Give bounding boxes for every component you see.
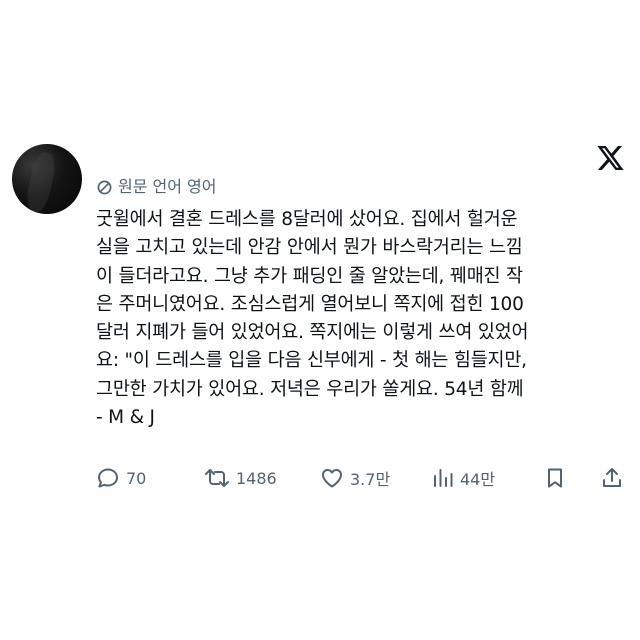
- views-button[interactable]: 44만: [432, 462, 495, 494]
- reply-icon: [98, 468, 118, 488]
- repost-count: 1486: [236, 468, 277, 488]
- post-text: 굿윌에서 결혼 드레스를 8달러에 샀어요. 집에서 헐거운 실을 고치고 있는…: [96, 206, 624, 432]
- x-logo-icon[interactable]: [597, 146, 624, 170]
- post-text-line: 그만한 가치가 있어요. 저녁은 우리가 쏠게요. 54년 함께: [96, 378, 524, 400]
- translate-icon: [97, 180, 112, 194]
- reply-count: 70: [126, 468, 147, 488]
- bookmark-button[interactable]: [544, 462, 566, 494]
- post-text-line: - M & J: [96, 407, 155, 429]
- share-button[interactable]: [600, 462, 624, 494]
- repost-button[interactable]: 1486: [204, 462, 277, 494]
- bookmark-icon: [548, 468, 562, 488]
- translation-notice[interactable]: 원문 언어 영어: [96, 176, 217, 198]
- post-text-line: 달러 지폐가 들어 있었어요. 쪽지에는 이렇게 쓰여 있었어: [96, 322, 529, 344]
- post-text-line: 이 들더라고요. 그냥 추가 패딩인 줄 알았는데, 꿰매진 작: [96, 265, 523, 287]
- action-bar: 70 1486 3.7만 44만: [96, 462, 626, 494]
- repost-icon: [205, 469, 229, 487]
- like-count: 3.7만: [350, 470, 391, 489]
- reply-button[interactable]: 70: [96, 462, 146, 494]
- avatar[interactable]: [12, 144, 82, 214]
- share-icon: [603, 468, 621, 487]
- views-chart-icon: [434, 469, 453, 487]
- post-text-line: 굿윌에서 결혼 드레스를 8달러에 샀어요. 집에서 헐거운: [96, 209, 518, 230]
- post-text-line: 실을 고치고 있는데 안감 안에서 뭔가 바스락거리는 느낌: [96, 237, 523, 259]
- post-text-line: 은 주머니였어요. 조심스럽게 열어보니 쪽지에 접힌 100: [96, 293, 524, 315]
- post-text-line: 요: "이 드레스를 입을 다음 신부에게 - 첫 해는 힘들지만,: [96, 350, 527, 372]
- translation-label: 원문 언어 영어: [118, 177, 217, 196]
- like-button[interactable]: 3.7만: [320, 462, 390, 494]
- view-count: 44만: [460, 470, 496, 489]
- heart-icon: [322, 469, 342, 488]
